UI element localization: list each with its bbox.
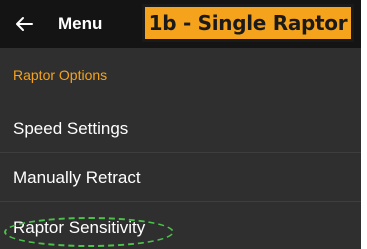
frame-edge [361,0,367,249]
arrow-left-icon[interactable] [12,12,36,36]
divider [0,152,361,153]
section-label-raptor-options: Raptor Options [13,67,108,83]
model-badge: 1b - Single Raptor [142,4,354,42]
menu-item-speed-settings[interactable]: Speed Settings [0,106,361,152]
arrow-left-icon-graphic [16,17,33,31]
menu-screen: Menu 1b - Single Raptor Raptor Options S… [0,0,361,249]
menu-header: Menu 1b - Single Raptor [0,0,361,48]
menu-item-label: Raptor Sensitivity [13,218,146,237]
menu-item-manually-retract[interactable]: Manually Retract [0,155,361,201]
menu-title: Menu [58,14,103,33]
divider [0,201,361,202]
menu-item-label: Manually Retract [13,168,141,187]
menu-item-raptor-sensitivity[interactable]: Raptor Sensitivity [0,205,361,249]
menu-item-label: Speed Settings [13,119,129,138]
